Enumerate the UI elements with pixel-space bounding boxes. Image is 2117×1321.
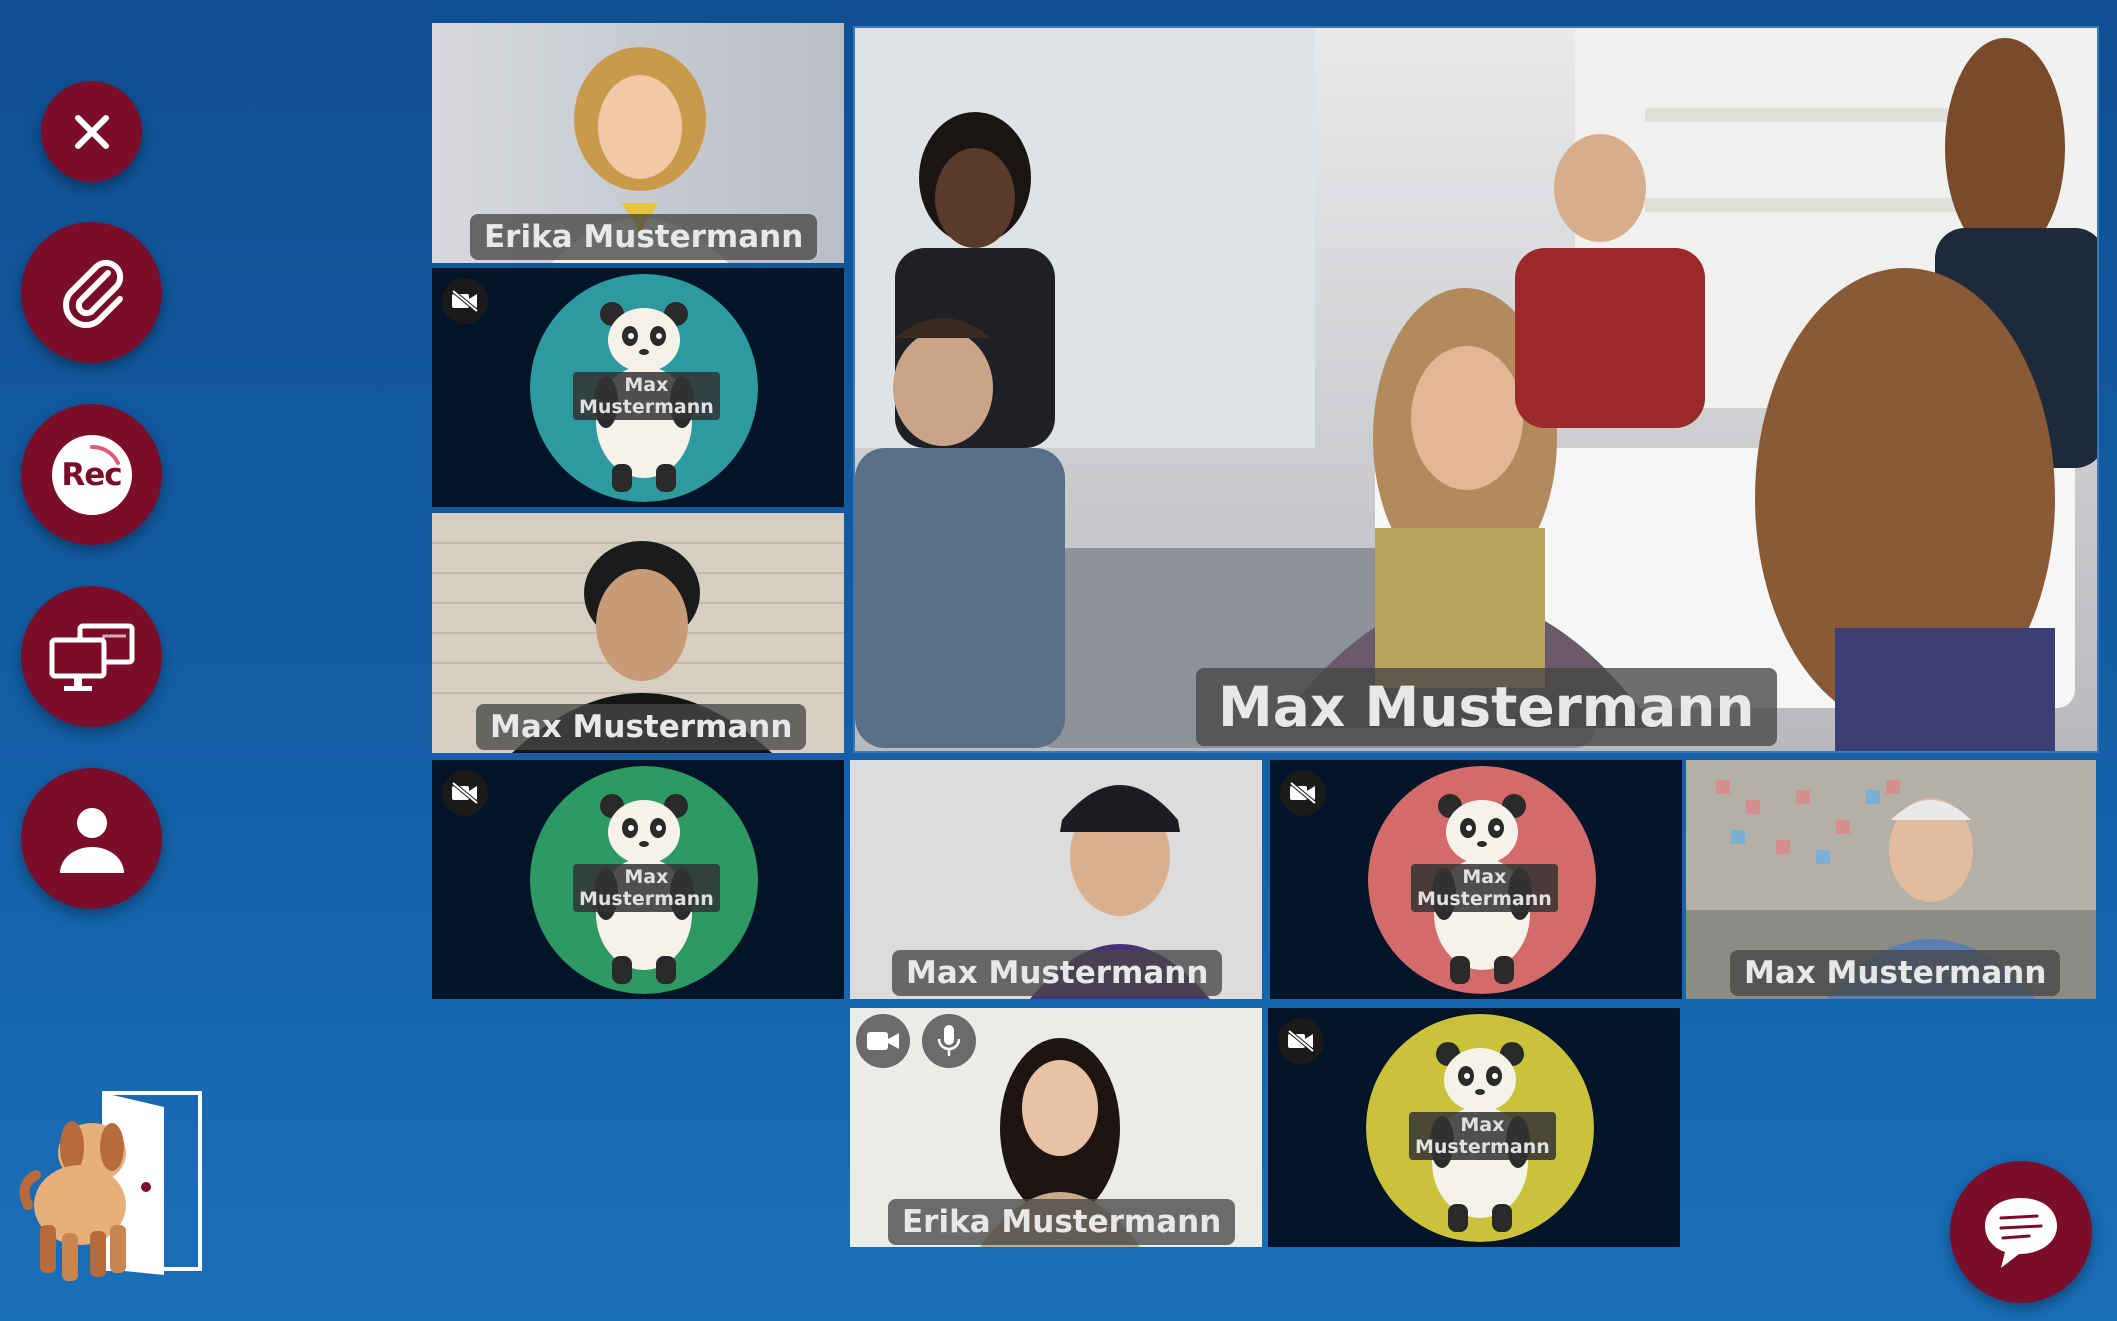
record-label: Rec [61,456,122,493]
dog-exit-door-icon [19,1091,202,1281]
main-speaker-video [855,28,2097,751]
screen-share-icon [49,623,134,691]
participant-name: Max Mustermann [1744,955,2047,991]
participant-last-name: Mustermann [579,396,714,418]
participant-tile-avatar[interactable]: Max Mustermann [1268,1008,1680,1247]
participant-first-name: Max [624,866,669,888]
participant-name: Max Mustermann [906,955,1209,991]
participant-name: Erika Mustermann [902,1204,1222,1240]
participant-tile-avatar[interactable]: Max Mustermann [432,268,844,507]
camera-off-icon [442,770,488,816]
attach-button[interactable] [21,222,162,363]
microphone-toggle-button[interactable] [922,1014,976,1068]
camera-icon [867,1032,899,1050]
camera-toggle-button[interactable] [856,1014,910,1068]
participant-name-tag: Max Mustermann [1730,950,2061,996]
participant-tile-erika-self[interactable]: Erika Mustermann [850,1008,1262,1247]
profile-button[interactable] [21,768,162,909]
participant-first-name: Max [1462,866,1507,888]
participant-name-tag: Erika Mustermann [888,1199,1236,1245]
record-icon: Rec [51,434,132,515]
main-speaker-name: Max Mustermann [1218,675,1755,739]
main-speaker-name-tag: Max Mustermann [1196,668,1777,746]
participant-name-tag: Max Mustermann [476,704,807,750]
participant-tile-erika[interactable]: Erika Mustermann [432,23,844,263]
participant-name-tag: Max Mustermann [1411,864,1558,912]
chat-bubble-icon [1985,1198,2057,1268]
participant-name-tag: Erika Mustermann [470,214,818,260]
participant-name-tag: Max Mustermann [892,950,1223,996]
microphone-icon [937,1025,961,1056]
participant-name-tag: Max Mustermann [1409,1112,1556,1160]
participant-tile-max[interactable]: Max Mustermann [850,760,1262,999]
paperclip-icon [62,259,123,328]
chat-button[interactable] [1950,1161,2092,1303]
participant-first-name: Max [624,374,669,396]
participant-tile-max[interactable]: Max Mustermann [1686,760,2096,999]
participant-tile-avatar[interactable]: Max Mustermann [1270,760,1682,999]
close-icon [74,114,109,149]
participant-name: Erika Mustermann [484,219,804,255]
camera-off-icon [1278,1018,1324,1064]
screen-share-button[interactable] [21,586,162,727]
camera-off-icon [442,278,488,324]
record-button[interactable]: Rec [21,404,162,545]
participant-name-tag: Max Mustermann [573,372,720,420]
exit-room-button[interactable] [14,1085,214,1300]
participant-tile-avatar[interactable]: Max Mustermann [432,760,844,999]
participant-last-name: Mustermann [579,888,714,910]
camera-off-icon [1280,770,1326,816]
participant-last-name: Mustermann [1417,888,1552,910]
participant-name: Max Mustermann [490,709,793,745]
user-icon [59,807,124,873]
main-speaker-tile[interactable]: Max Mustermann [853,26,2099,753]
close-button[interactable] [41,81,142,182]
participant-tile-max[interactable]: Max Mustermann [432,513,844,753]
participant-last-name: Mustermann [1415,1136,1550,1158]
participant-name-tag: Max Mustermann [573,864,720,912]
participant-first-name: Max [1460,1114,1505,1136]
